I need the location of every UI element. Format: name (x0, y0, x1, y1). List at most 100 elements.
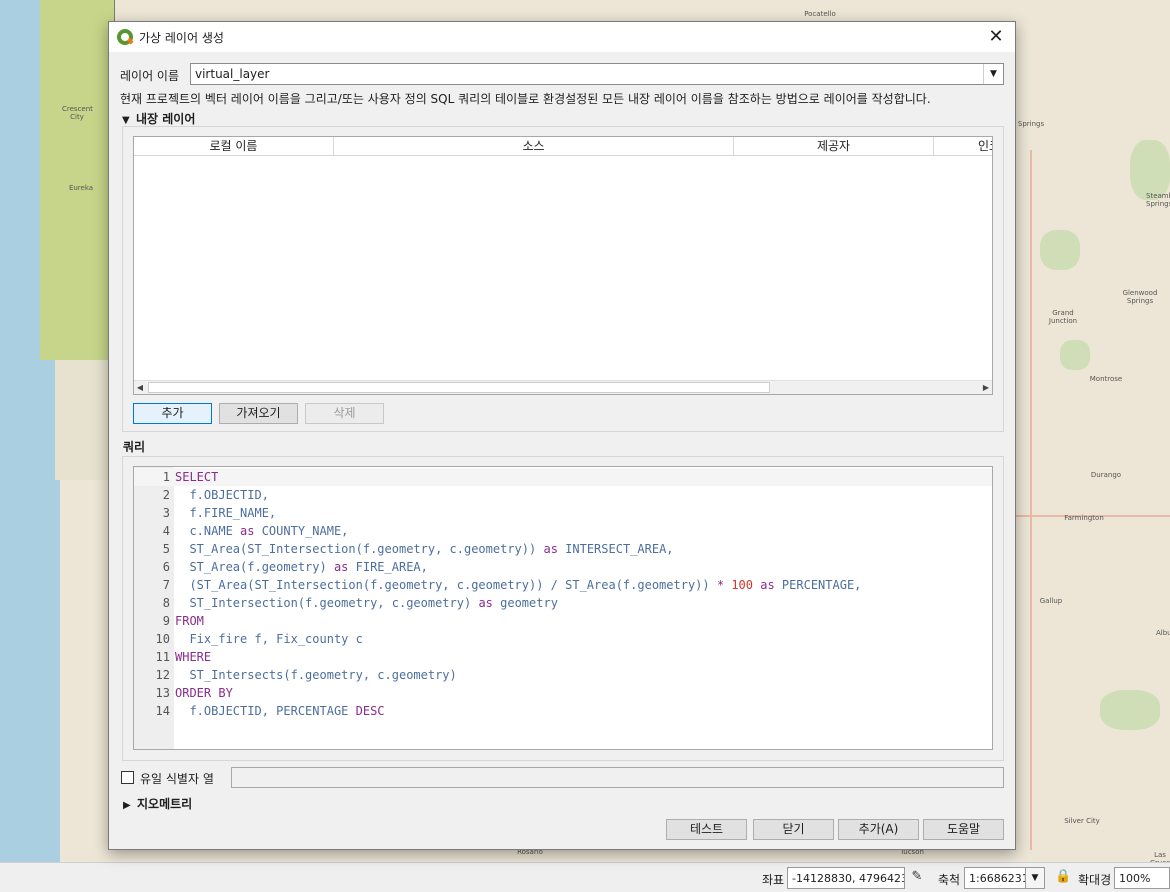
map-label: Crescent City (62, 105, 93, 121)
scroll-right-icon[interactable]: ▶ (980, 381, 992, 394)
code-token: * (716, 578, 725, 592)
map-label: Grand Junction (1048, 309, 1078, 325)
code-line[interactable]: 3 f.FIRE_NAME, (134, 504, 992, 522)
horizontal-scrollbar[interactable]: ◀ ▶ (134, 380, 992, 394)
line-number: 7 (162, 578, 170, 592)
unique-id-label: 유일 식별자 열 (140, 772, 214, 786)
map-label: Gallup (1039, 597, 1063, 605)
code-text: ST_Intersection(f.geometry, c.geometry) … (175, 594, 558, 612)
line-number: 1 (162, 470, 170, 484)
import-layer-button[interactable]: 가져오기 (219, 403, 298, 424)
line-number: 14 (155, 704, 170, 718)
coordinate-label: 좌표 (762, 873, 785, 887)
code-line[interactable]: 1 SELECT (134, 468, 992, 486)
map-label: Farmington (1064, 514, 1104, 522)
map-label: Steamboat Springs (1146, 192, 1170, 208)
dialog-titlebar: 가상 레이어 생성 ✕ (109, 22, 1015, 52)
code-line[interactable]: 8 ST_Intersection(f.geometry, c.geometry… (134, 594, 992, 612)
terrain-patch (1130, 140, 1170, 200)
code-text: ST_Intersects(f.geometry, c.geometry) (175, 666, 457, 684)
code-line[interactable]: 13 ORDER BY (134, 684, 992, 702)
embedded-layers-table[interactable]: 로컬 이름 소스 제공자 인코 ◀ ▶ (133, 136, 993, 395)
code-token: FROM (175, 614, 204, 628)
code-token: as (478, 596, 493, 610)
code-line[interactable]: 7 (ST_Area(ST_Intersection(f.geometry, c… (134, 576, 992, 594)
map-label: Las Cruces (1150, 851, 1170, 862)
column-header-provider[interactable]: 제공자 (734, 137, 934, 156)
scale-label: 축척 (938, 873, 961, 887)
code-line[interactable]: 10 Fix_fire f, Fix_county c (134, 630, 992, 648)
add-layer-button[interactable]: 추가 (133, 403, 212, 424)
embedded-layers-section-header[interactable]: ▼ 내장 레이어 (122, 110, 195, 127)
close-icon[interactable]: ✕ (985, 26, 1007, 48)
unique-id-checkbox[interactable] (121, 771, 134, 784)
coastal-region (40, 0, 115, 360)
code-token: as (333, 560, 349, 574)
terrain-patch (1100, 690, 1160, 730)
geometry-section-header[interactable]: ▶ 지오메트리 (123, 795, 192, 812)
scale-dropdown-chevron-icon[interactable]: ▼ (1025, 867, 1045, 889)
code-line[interactable]: 12 ST_Intersects(f.geometry, c.geometry) (134, 666, 992, 684)
delete-layer-button[interactable]: 삭제 (305, 403, 384, 424)
code-token: as (760, 578, 775, 592)
code-text: SELECT (175, 468, 218, 486)
code-text: (ST_Area(ST_Intersection(f.geometry, c.g… (175, 576, 861, 594)
help-button[interactable]: 도움말 (923, 819, 1004, 840)
create-virtual-layer-dialog: 가상 레이어 생성 ✕ 레이어 이름 virtual_layer ▼ 현재 프로… (108, 21, 1016, 850)
layer-name-combo[interactable]: virtual_layer ▼ (190, 63, 1004, 85)
code-token: WHERE (175, 650, 212, 664)
code-line[interactable]: 5 ST_Area(ST_Intersection(f.geometry, c.… (134, 540, 992, 558)
code-line[interactable]: 9 FROM (134, 612, 992, 630)
code-token: DESC (355, 704, 385, 718)
code-line[interactable]: 11 WHERE (134, 648, 992, 666)
code-token: c.NAME (175, 524, 241, 538)
code-token: f.FIRE_NAME, (175, 506, 277, 520)
code-token: f.OBJECTID, PERCENTAGE (175, 704, 356, 718)
code-line[interactable]: 14 f.OBJECTID, PERCENTAGE DESC (134, 702, 992, 720)
code-line[interactable]: 6 ST_Area(f.geometry) as FIRE_AREA, (134, 558, 992, 576)
add-button[interactable]: 추가(A) (838, 819, 919, 840)
expand-arrow-icon: ▶ (123, 800, 131, 811)
code-token: as (543, 542, 558, 556)
coastal-region-south (55, 360, 113, 480)
code-token: ST_Area(ST_Intersection(f.geometry, c.ge… (175, 542, 544, 556)
lock-icon[interactable]: 🔒 (1055, 869, 1071, 885)
code-token: ST_Intersects(f.geometry, c.geometry) (175, 668, 457, 682)
scrollbar-thumb[interactable] (148, 382, 770, 393)
road-line (1030, 150, 1032, 850)
column-header-local-name[interactable]: 로컬 이름 (134, 137, 334, 156)
query-label: 쿼리 (123, 440, 146, 454)
code-token: (ST_Area(ST_Intersection(f.geometry, c.g… (175, 578, 717, 592)
scroll-left-icon[interactable]: ◀ (134, 381, 146, 394)
line-number: 9 (162, 614, 170, 628)
column-header-encoding[interactable]: 인코 (934, 137, 992, 156)
line-number: 10 (155, 632, 170, 646)
code-token: SELECT (175, 470, 219, 484)
line-number: 11 (155, 650, 170, 664)
query-group: 1 SELECT 2 f.OBJECTID, 3 f.FIRE_NAME, 4 c.NA… (122, 456, 1004, 761)
chevron-down-icon[interactable]: ▼ (983, 64, 1003, 84)
terrain-patch (1060, 340, 1090, 370)
column-header-source[interactable]: 소스 (334, 137, 734, 156)
map-label: Durango (1090, 471, 1122, 479)
mouse-coordinate-toggle-icon[interactable]: ✎ (909, 869, 925, 885)
scale-field[interactable]: 1:6686231 (964, 867, 1026, 889)
qgis-logo-icon (117, 29, 133, 45)
code-line[interactable]: 2 f.OBJECTID, (134, 486, 992, 504)
code-line[interactable]: 4 c.NAME as COUNTY_NAME, (134, 522, 992, 540)
terrain-patch (1040, 230, 1080, 270)
line-number: 8 (162, 596, 170, 610)
embedded-layers-title: 내장 레이어 (136, 112, 196, 126)
coordinate-field[interactable]: -14128830, 4796423 (787, 867, 905, 889)
code-text: FROM (175, 612, 204, 630)
code-text: ORDER BY (175, 684, 233, 702)
line-number: 4 (162, 524, 170, 538)
test-button[interactable]: 테스트 (666, 819, 747, 840)
code-token: geometry (492, 596, 558, 610)
close-button[interactable]: 닫기 (753, 819, 834, 840)
map-label: Eureka (68, 184, 94, 192)
embedded-layers-group: 로컬 이름 소스 제공자 인코 ◀ ▶ 추가 가져오기 삭제 (122, 126, 1004, 432)
unique-id-field[interactable] (231, 767, 1004, 788)
magnifier-field[interactable]: 100% (1114, 867, 1170, 889)
sql-query-editor[interactable]: 1 SELECT 2 f.OBJECTID, 3 f.FIRE_NAME, 4 c.NA… (133, 466, 993, 750)
